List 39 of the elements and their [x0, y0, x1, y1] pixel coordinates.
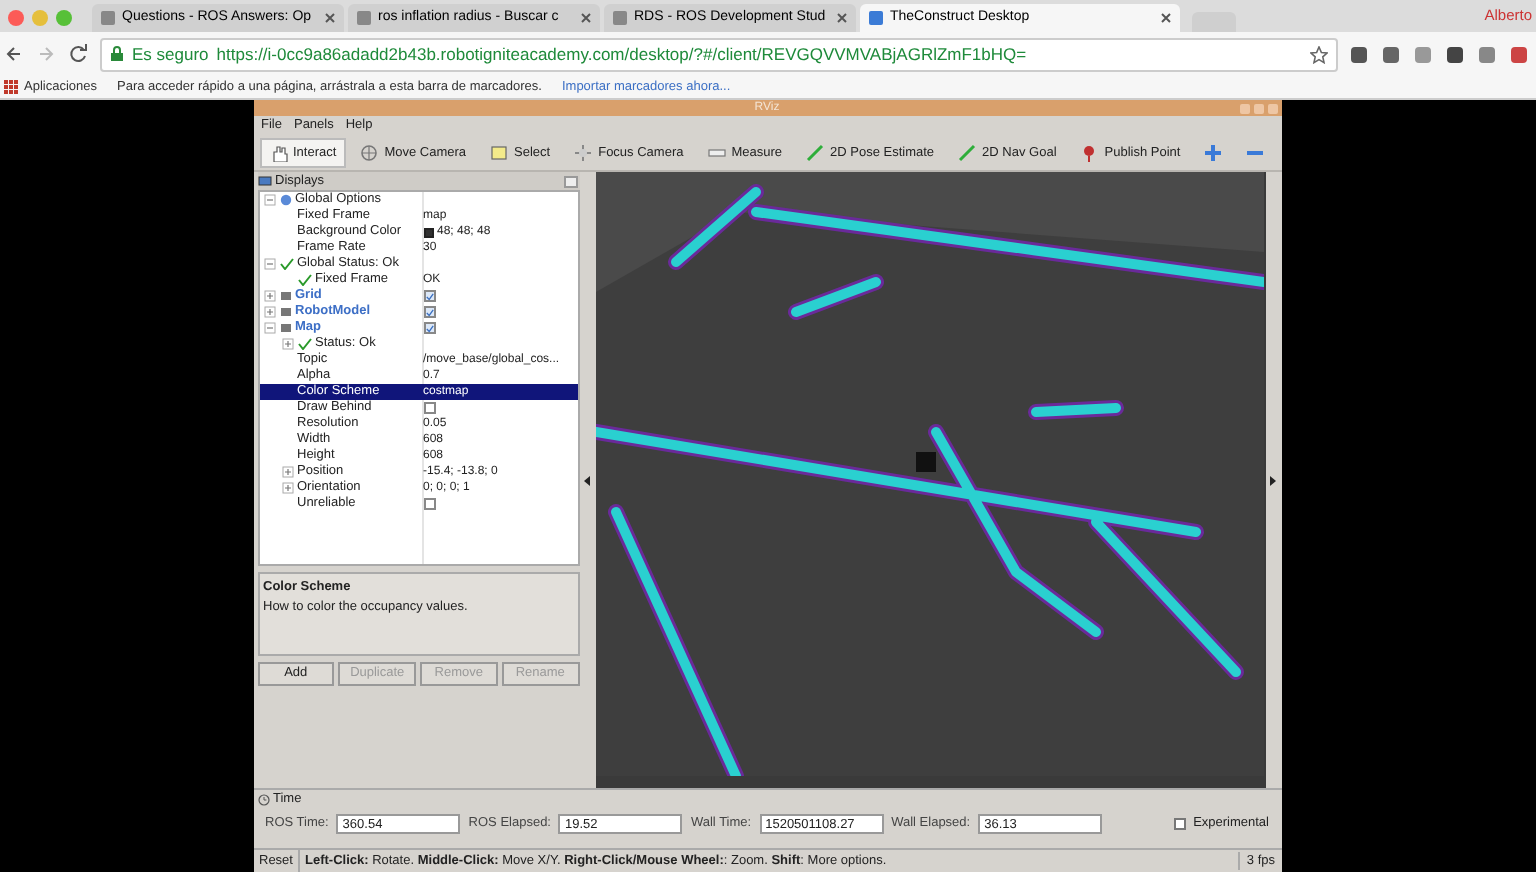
page-icon	[100, 10, 116, 26]
lock-icon	[110, 46, 124, 62]
close-icon	[1160, 12, 1172, 24]
close-icon	[324, 12, 336, 24]
page-icon	[612, 10, 628, 26]
expand-icon[interactable]	[281, 338, 293, 350]
star-icon	[1310, 45, 1328, 63]
collapse-icon[interactable]	[263, 194, 275, 206]
float-panel-button[interactable]	[563, 175, 577, 187]
page-icon	[356, 10, 372, 26]
apps-grid-icon	[4, 80, 18, 94]
plus-icon	[1204, 144, 1223, 162]
checkbox[interactable]	[1173, 818, 1186, 830]
url-text: https://i-0cc9a86adadd2b43b.robotigniteacademy.com/desktop/?#/client/REVGQVVMVABjAGRlZmF1bHQ=	[216, 41, 1027, 67]
crosshair-icon	[574, 144, 593, 162]
expand-icon[interactable]	[281, 482, 293, 494]
close-icon	[580, 12, 592, 24]
expand-icon[interactable]	[263, 290, 275, 302]
expand-icon[interactable]	[281, 466, 293, 478]
forward-icon	[36, 44, 56, 64]
address-bar[interactable]: Es seguro https://i-0cc9a86adadd2b43b.robotigniteacademy.com/desktop/?#/client/REVGQVVMVABjAGRlZmF1bHQ=	[100, 37, 1338, 71]
collapse-right-icon	[1270, 475, 1276, 485]
select-box-icon	[490, 144, 509, 162]
monitor-icon	[257, 175, 271, 187]
collapse-icon[interactable]	[263, 258, 275, 270]
expand-icon[interactable]	[263, 306, 275, 318]
secure-label: Es seguro	[132, 41, 209, 67]
clock-icon	[257, 793, 269, 805]
collapse-icon[interactable]	[263, 322, 275, 334]
camera-icon	[360, 144, 379, 162]
globe-icon	[279, 194, 291, 206]
collapse-left-icon	[584, 475, 590, 485]
page-icon	[868, 10, 884, 26]
hand-icon	[269, 144, 287, 162]
check-icon	[297, 338, 311, 350]
reload-icon	[68, 44, 88, 64]
pin-icon	[1080, 144, 1099, 162]
back-icon	[4, 44, 24, 64]
close-icon	[836, 12, 848, 24]
